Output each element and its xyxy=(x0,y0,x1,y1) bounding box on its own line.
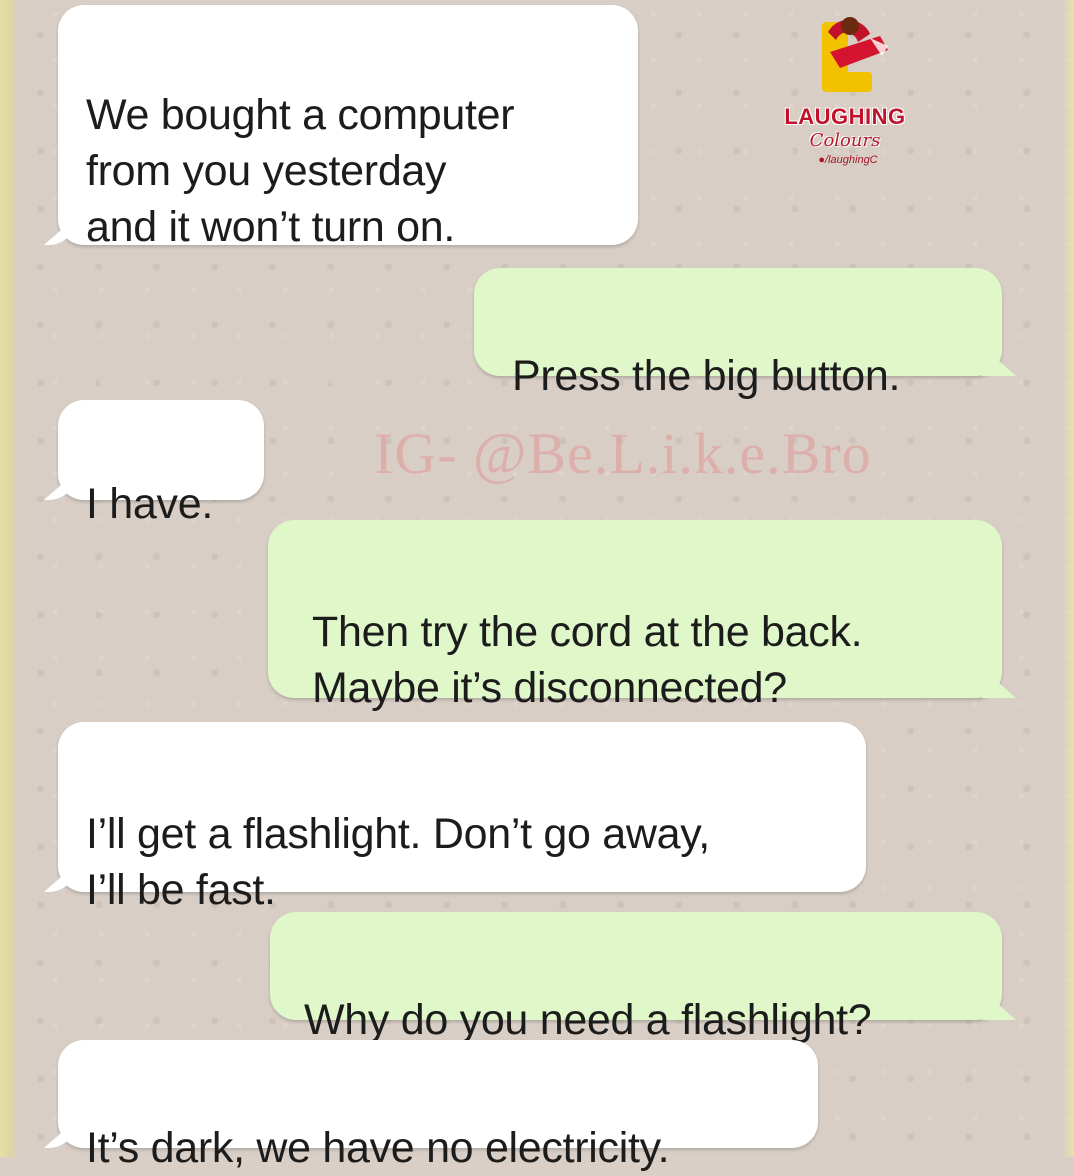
logo-handle-text: /laughingC xyxy=(825,154,878,166)
laughing-colours-logo: LAUGHING Colours ●/laughingC xyxy=(770,12,920,182)
message-text: I have. xyxy=(86,480,213,528)
logo-title: LAUGHING xyxy=(784,104,906,129)
message-bubble-incoming-2[interactable]: I have. xyxy=(58,400,264,528)
message-text: Then try the cord at the back. Maybe it’… xyxy=(312,608,863,712)
right-edge-border xyxy=(1062,0,1074,1157)
watermark-text: IG- @Be.L.i.k.e.Bro xyxy=(374,421,872,486)
message-bubble-outgoing-1[interactable]: Press the big button. xyxy=(474,268,1002,400)
logo-handle: ●/laughingC xyxy=(788,154,908,166)
message-bubble-incoming-1[interactable]: We bought a computer from you yesterday … xyxy=(58,5,638,251)
message-text: Press the big button. xyxy=(512,352,901,400)
left-edge-border xyxy=(0,0,18,1157)
logo-subtitle: Colours xyxy=(809,130,881,151)
message-text: It’s dark, we have no electricity. xyxy=(86,1124,670,1172)
logo-emblem-icon xyxy=(822,17,888,92)
message-bubble-outgoing-2[interactable]: Then try the cord at the back. Maybe it’… xyxy=(268,520,1002,712)
message-bubble-outgoing-3[interactable]: Why do you need a flashlight? xyxy=(270,912,1002,1044)
message-bubble-incoming-3[interactable]: I’ll get a flashlight. Don’t go away, I’… xyxy=(58,722,866,914)
message-bubble-incoming-4[interactable]: It’s dark, we have no electricity. xyxy=(58,1040,818,1172)
message-text: Why do you need a flashlight? xyxy=(304,996,872,1044)
message-text: We bought a computer from you yesterday … xyxy=(86,91,515,251)
